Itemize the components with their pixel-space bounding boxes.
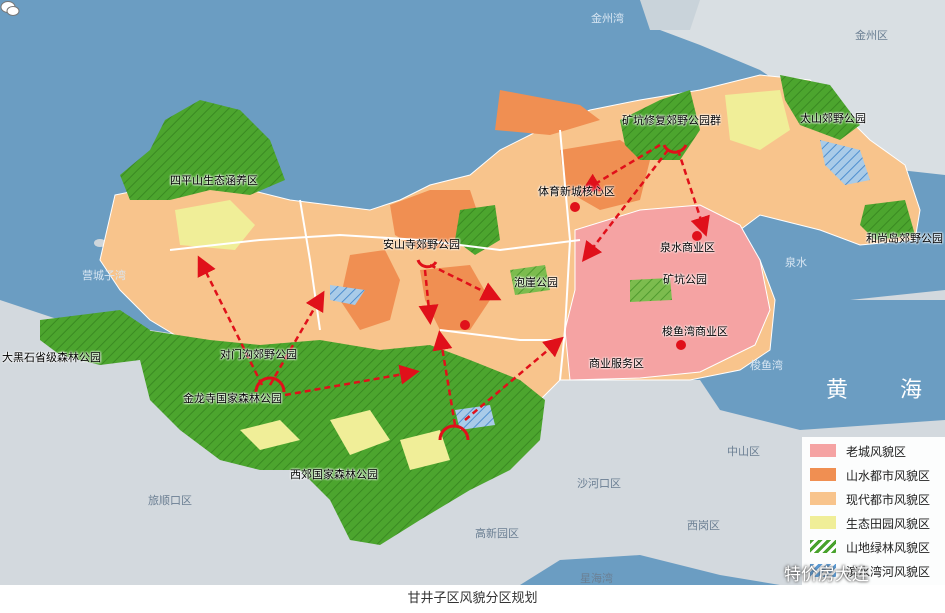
place-gaoxin: 高新园区 — [475, 527, 519, 540]
label-heshangdao: 和尚岛郊野公园 — [866, 232, 943, 245]
wechat-icon — [0, 1, 20, 16]
place-lvshunkou: 旅顺口区 — [148, 494, 192, 507]
core-dot-suoyuwan — [676, 340, 686, 350]
legend-label: 老城风貌区 — [846, 445, 907, 459]
core-dot-tiyu — [570, 202, 580, 212]
legend-swatch — [810, 516, 836, 529]
legend-swatch — [810, 540, 836, 553]
legend-label: 生态田园风貌区 — [846, 517, 931, 531]
zoning-map: 金州湾 金州区 营城子湾 泉水 梭鱼湾 黄 海 中山区 沙河口区 西岗区 高新园… — [0, 0, 945, 585]
legend-label: 山水都市风貌区 — [846, 469, 931, 483]
place-jinzhou-bay: 金州湾 — [591, 12, 624, 25]
label-jinlongsi: 金龙寺国家森林公园 — [183, 392, 282, 405]
label-duimengou: 对门沟郊野公园 — [220, 348, 297, 361]
place-xinghai-bay: 星海湾 — [580, 572, 613, 585]
label-kuangkeng-park-group: 矿坑修复郊野公园群 — [622, 114, 721, 127]
legend-swatch — [810, 444, 836, 457]
legend-swatch — [810, 468, 836, 481]
place-zhongshan: 中山区 — [727, 445, 760, 458]
place-hai: 海 — [900, 378, 923, 403]
legend-item: 山水都市风貌区 — [802, 465, 945, 485]
label-tiyu: 体育新城核心区 — [538, 185, 615, 198]
legend-item: 老城风貌区 — [802, 441, 945, 461]
label-anshansi: 安山寺郊野公园 — [383, 238, 460, 251]
place-yingchengzi-bay: 营城子湾 — [82, 269, 126, 282]
place-shahekou: 沙河口区 — [577, 477, 621, 490]
map-caption: 甘井子区风貌分区规划 — [0, 585, 945, 613]
label-quanshui-biz: 泉水商业区 — [660, 241, 715, 254]
place-jinzhou-district: 金州区 — [855, 29, 888, 42]
core-dot-center — [460, 320, 470, 330]
label-kuangkeng-park: 矿坑公园 — [663, 273, 707, 286]
place-xigang: 西岗区 — [687, 519, 720, 532]
label-paoya: 泡崖公园 — [514, 276, 558, 289]
label-xijiao: 西郊国家森林公园 — [290, 468, 378, 481]
label-shangye-service: 商业服务区 — [589, 357, 644, 370]
legend-item: 生态田园风貌区 — [802, 513, 945, 533]
legend-item: 山地绿林风貌区 — [802, 537, 945, 557]
legend-label: 现代都市风貌区 — [846, 493, 931, 507]
port-structure — [640, 0, 700, 30]
place-suoyu-bay: 梭鱼湾 — [750, 359, 783, 372]
watermark-text: 特价房大连 — [784, 565, 869, 585]
legend-swatch — [810, 492, 836, 505]
legend-item: 现代都市风貌区 — [802, 489, 945, 509]
label-xiping: 四平山生态涵养区 — [170, 174, 258, 187]
place-quanshui: 泉水 — [785, 256, 807, 269]
place-huang: 黄 — [826, 378, 849, 403]
label-suoyuwan-biz: 梭鱼湾商业区 — [662, 325, 728, 338]
legend-label: 山地绿林风貌区 — [846, 541, 931, 555]
label-daheishi: 大黑石省级森林公园 — [2, 351, 101, 364]
label-taishan: 太山郊野公园 — [800, 112, 866, 125]
